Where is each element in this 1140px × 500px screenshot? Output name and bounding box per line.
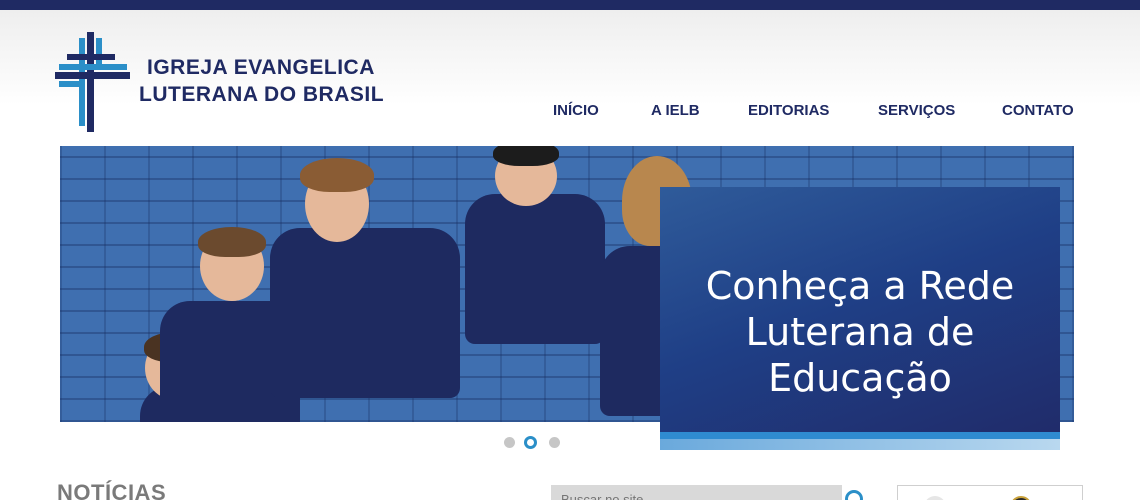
search-icon[interactable]: [845, 490, 863, 500]
slider-dot-1[interactable]: [504, 437, 515, 448]
logo-line-2: LUTERANA DO BRASIL: [139, 83, 385, 106]
partner-logo-icon: [924, 496, 946, 500]
logo-text: IGREJA EVANGELICA LUTERANA DO BRASIL: [139, 54, 384, 108]
search-input[interactable]: [551, 485, 842, 500]
nav-item-inicio[interactable]: INÍCIO: [553, 102, 599, 119]
slider-dot-2[interactable]: [524, 436, 537, 449]
hero-promo-box[interactable]: Conheça a Rede Luterana de Educação: [660, 187, 1060, 450]
site-header: IGREJA EVANGELICA LUTERANA DO BRASIL INÍ…: [0, 10, 1140, 146]
slider-pagination: [504, 436, 564, 450]
nav-item-contato[interactable]: CONTATO: [1002, 102, 1074, 119]
hero-promo-text: Conheça a Rede Luterana de Educação: [705, 264, 1015, 400]
promo-accent-bar: [660, 439, 1060, 450]
slider-dot-3[interactable]: [549, 437, 560, 448]
nav-item-servicos[interactable]: SERVIÇOS: [878, 102, 955, 119]
top-stripe: [0, 0, 1140, 10]
nav-item-a-ielb[interactable]: A IELB: [651, 102, 700, 119]
cross-logo-icon: [55, 32, 130, 132]
news-section-title: NOTÍCIAS: [57, 480, 167, 500]
site-logo[interactable]: IGREJA EVANGELICA LUTERANA DO BRASIL: [55, 32, 385, 132]
promo-accent-bar: [660, 432, 1060, 439]
emblem-logo-icon: [1010, 496, 1032, 500]
nav-item-editorias[interactable]: EDITORIAS: [748, 102, 829, 119]
logo-line-1: IGREJA EVANGELICA: [147, 56, 375, 79]
partner-logos-widget[interactable]: [897, 485, 1083, 500]
